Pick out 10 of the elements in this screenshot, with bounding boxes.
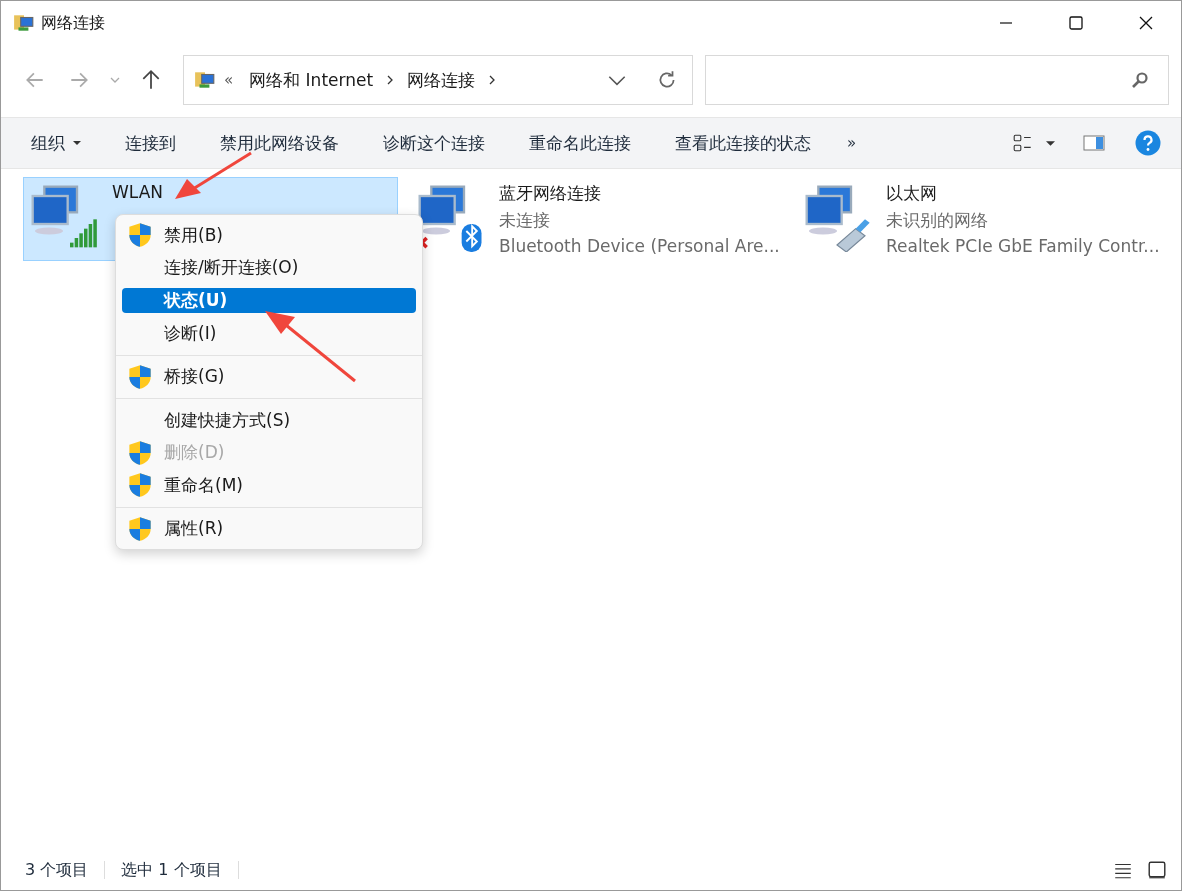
connection-name: 蓝牙网络连接 <box>499 182 602 205</box>
connection-status: 未识别的网络 <box>886 209 989 232</box>
selection-count: 选中 1 个项目 <box>121 859 222 881</box>
connection-status: 未连接 <box>499 209 551 232</box>
window-title: 网络连接 <box>41 12 105 34</box>
device-name: Bluetooth Device (Personal Are... <box>499 236 780 256</box>
device-name: Realtek PCIe GbE Family Contr... <box>886 236 1160 256</box>
connection-name: WLAN <box>112 182 164 202</box>
item-count: 3 个项目 <box>25 859 89 881</box>
connection-name: 以太网 <box>886 182 938 205</box>
